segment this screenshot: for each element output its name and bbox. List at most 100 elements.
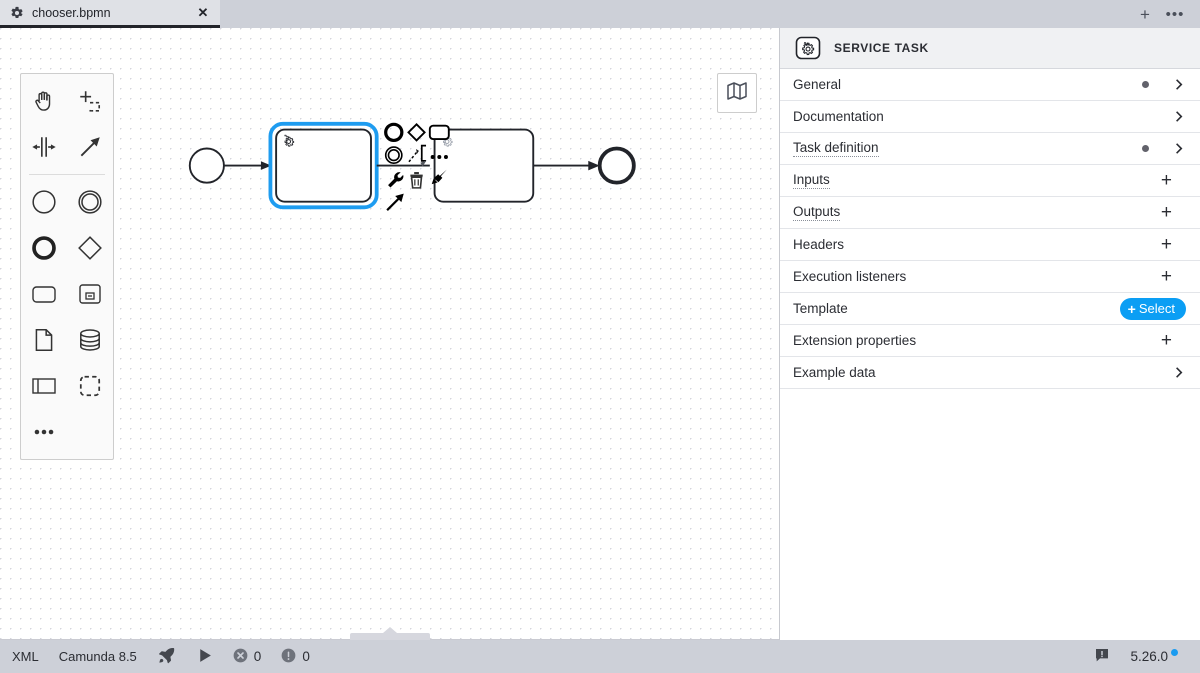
global-connect-tool-icon[interactable] [67, 124, 113, 170]
create-intermediate-event-icon[interactable] [67, 179, 113, 225]
create-participant-icon[interactable] [21, 363, 67, 409]
properties-panel: SERVICE TASK General Documentation Task … [780, 28, 1200, 640]
append-task-icon [428, 124, 450, 140]
plus-icon: + [1127, 300, 1136, 317]
prop-group-outputs[interactable]: Outputs + [780, 197, 1200, 229]
select-template-button[interactable]: + Select [1119, 297, 1186, 320]
toggle-minimap-button[interactable] [717, 73, 757, 113]
prop-group-general[interactable]: General [780, 69, 1200, 101]
error-icon [233, 648, 248, 666]
prop-label: Example data [793, 365, 876, 380]
create-data-object-icon[interactable] [21, 317, 67, 363]
bpmn-canvas[interactable] [0, 28, 779, 640]
tab-chooser-bpmn[interactable]: chooser.bpmn ✕ [0, 0, 220, 28]
close-icon[interactable]: ✕ [194, 4, 212, 22]
deploy-button[interactable] [147, 640, 186, 673]
append-text-annotation-icon [408, 144, 427, 167]
add-execution-listener-icon[interactable]: + [1161, 267, 1172, 286]
hand-tool-icon[interactable] [21, 78, 67, 124]
xml-toggle-button[interactable]: XML [12, 640, 49, 673]
play-icon [196, 647, 213, 667]
bpmn-palette[interactable] [20, 73, 114, 460]
palette-more-icon[interactable] [21, 409, 67, 455]
warning-count[interactable]: 0 [271, 640, 320, 673]
rocket-icon [157, 646, 176, 668]
prop-filled-indicator [1142, 81, 1149, 88]
drawer-grip[interactable] [349, 633, 430, 640]
service-task-selected [268, 121, 379, 210]
notifications-button[interactable] [1084, 640, 1120, 673]
chevron-right-icon[interactable] [1171, 109, 1186, 124]
more-options-icon [430, 155, 448, 160]
add-extension-property-icon[interactable]: + [1161, 331, 1172, 350]
version-indicator[interactable]: 5.26.0 [1120, 640, 1188, 673]
prop-group-example-data[interactable]: Example data [780, 357, 1200, 389]
chevron-right-icon[interactable] [1171, 365, 1186, 380]
warning-count-value: 0 [302, 649, 310, 664]
prop-label-wrap: Task definition [793, 140, 1142, 157]
properties-panel-title: SERVICE TASK [834, 41, 929, 55]
run-button[interactable] [186, 640, 223, 673]
create-end-event-icon[interactable] [21, 225, 67, 271]
add-header-icon[interactable]: + [1161, 235, 1172, 254]
prop-label-wrap: Inputs [793, 172, 1161, 189]
bpmn-diagram [188, 121, 636, 211]
service-task-icon [792, 35, 824, 61]
start-event [188, 147, 225, 184]
prop-group-inputs[interactable]: Inputs + [780, 165, 1200, 197]
create-group-icon[interactable] [67, 363, 113, 409]
prop-label: Task definition [793, 140, 879, 157]
create-gateway-icon[interactable] [67, 225, 113, 271]
version-wrap: 5.26.0 [1130, 649, 1178, 664]
prop-group-task-definition[interactable]: Task definition [780, 133, 1200, 165]
chevron-right-icon[interactable] [1171, 77, 1186, 92]
prop-group-extension-properties[interactable]: Extension properties + [780, 325, 1200, 357]
create-task-icon[interactable] [21, 271, 67, 317]
prop-label-wrap: Template [793, 301, 1120, 316]
sequence-flow-1 [223, 161, 272, 170]
prop-group-execution-listeners[interactable]: Execution listeners + [780, 261, 1200, 293]
prop-group-documentation[interactable]: Documentation [780, 101, 1200, 133]
append-gateway-icon [407, 122, 426, 142]
bottom-drawer-handle[interactable] [0, 626, 779, 640]
prop-filled-indicator [1142, 145, 1149, 152]
version-label: 5.26.0 [1130, 649, 1168, 664]
palette-elements-group [21, 179, 113, 455]
create-start-event-icon[interactable] [21, 179, 67, 225]
bpmn-gear-icon [10, 6, 24, 20]
prop-label: General [793, 77, 842, 92]
create-subprocess-icon[interactable] [67, 271, 113, 317]
prop-label: Inputs [793, 172, 830, 189]
prop-label: Documentation [793, 109, 884, 124]
prop-label-wrap: Headers [793, 237, 1161, 252]
replace-wrench-icon [388, 172, 404, 188]
notification-icon [1094, 647, 1110, 666]
space-tool-icon[interactable] [21, 124, 67, 170]
xml-label: XML [12, 649, 39, 664]
prop-label: Headers [793, 237, 845, 252]
more-menu-button[interactable]: ••• [1162, 2, 1188, 26]
append-intermediate-event-icon [384, 146, 403, 165]
prop-label-wrap: Execution listeners [793, 269, 1161, 284]
tab-bar: chooser.bpmn ✕ + ••• [0, 0, 1200, 28]
lasso-tool-icon[interactable] [67, 78, 113, 124]
chevron-right-icon[interactable] [1171, 141, 1186, 156]
append-end-event-icon [384, 122, 404, 143]
prop-label-wrap: Extension properties [793, 333, 1161, 348]
prop-group-template[interactable]: Template + Select [780, 293, 1200, 325]
add-input-icon[interactable]: + [1161, 171, 1172, 190]
prop-label: Outputs [793, 204, 841, 221]
prop-group-headers[interactable]: Headers + [780, 229, 1200, 261]
create-data-store-icon[interactable] [67, 317, 113, 363]
map-icon [725, 79, 749, 108]
prop-label-wrap: Example data [793, 365, 1171, 380]
prop-label-wrap: Outputs [793, 204, 1161, 221]
error-count[interactable]: 0 [223, 640, 272, 673]
engine-selector[interactable]: Camunda 8.5 [49, 640, 147, 673]
status-bar: XML Camunda 8.5 0 0 5.26.0 [0, 640, 1200, 673]
main-area: SERVICE TASK General Documentation Task … [0, 28, 1200, 640]
end-event [597, 146, 636, 185]
add-output-icon[interactable]: + [1161, 203, 1172, 222]
new-tab-button[interactable]: + [1132, 2, 1158, 26]
palette-divider [29, 174, 105, 175]
